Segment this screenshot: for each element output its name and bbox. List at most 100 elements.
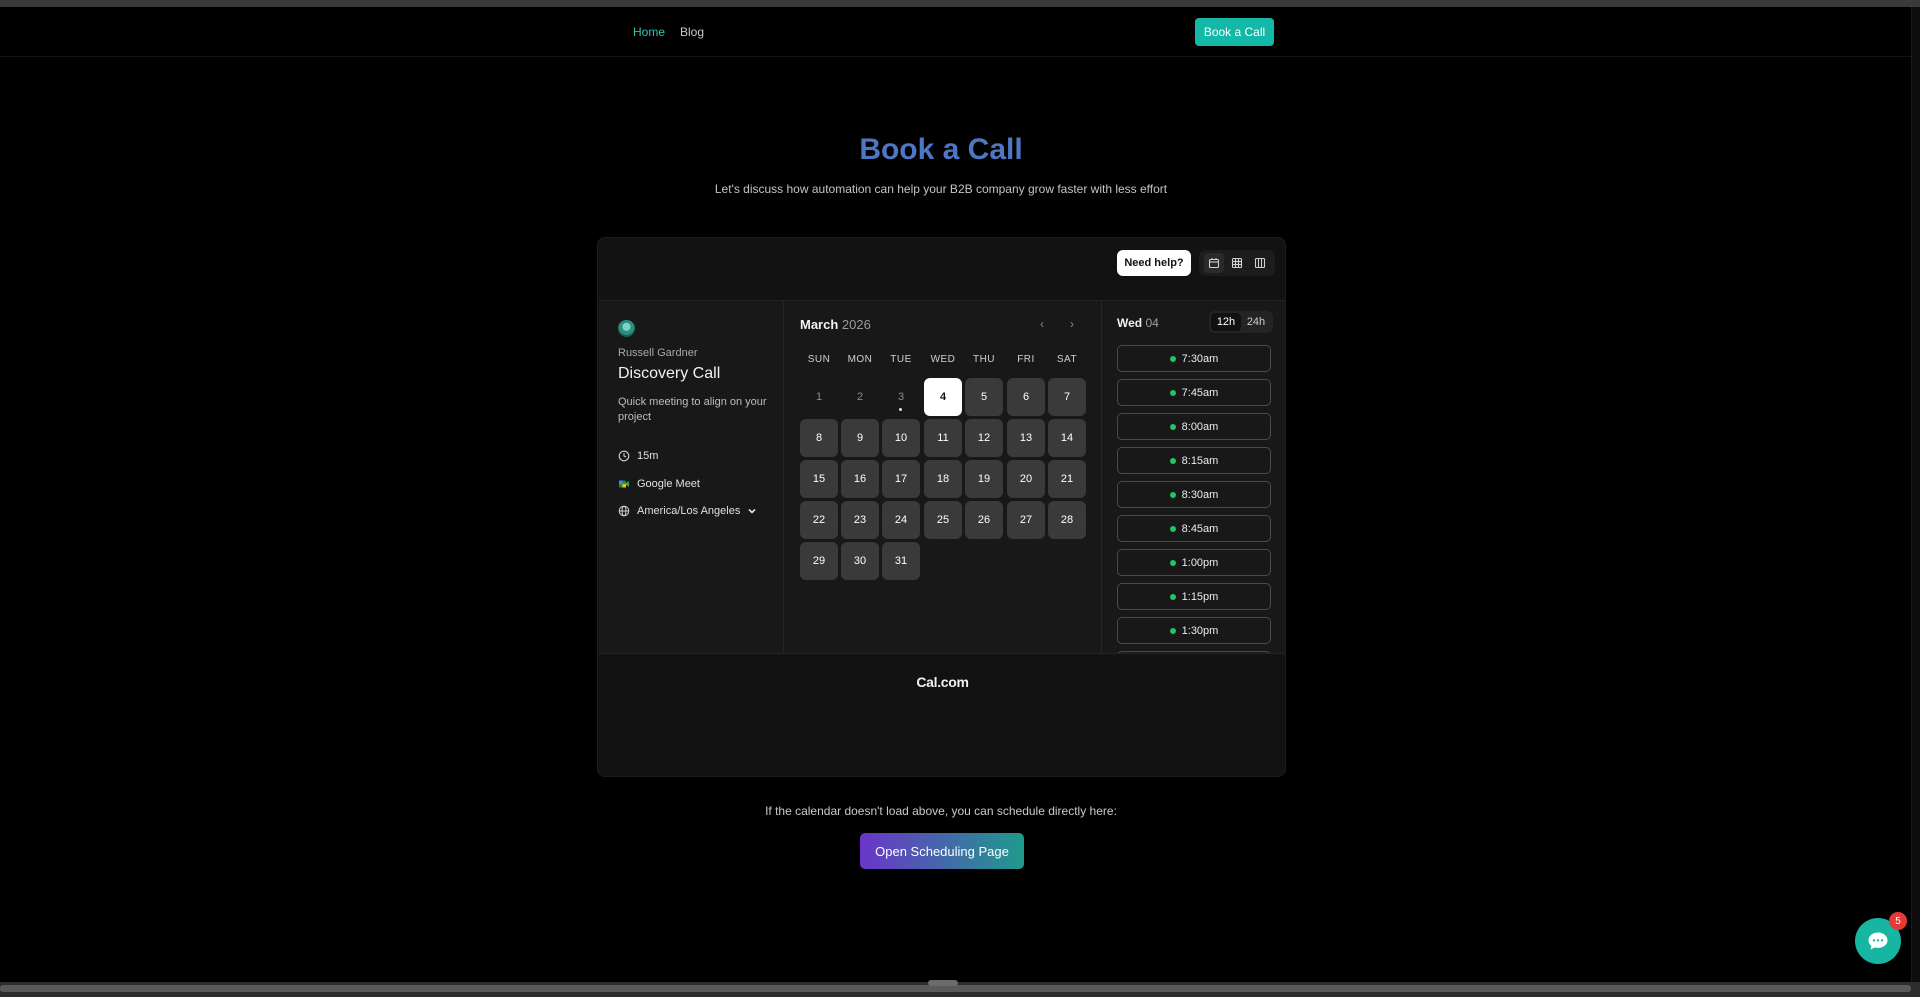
calendar-day-28[interactable]: 28 [1048,501,1086,539]
calendar-day-20[interactable]: 20 [1007,460,1045,498]
timezone-selector[interactable]: America/Los Angeles [618,505,757,517]
format-12h-option[interactable]: 12h [1211,313,1241,331]
time-slot[interactable]: 8:45am [1117,515,1271,542]
calendar-day-30[interactable]: 30 [841,542,879,580]
globe-icon [618,505,630,517]
calendar-day-15[interactable]: 15 [800,460,838,498]
calendar-day-7[interactable]: 7 [1048,378,1086,416]
fallback-text: If the calendar doesn't load above, you … [765,804,1117,818]
weekday-sat: SAT [1056,354,1078,365]
event-meta: Russell Gardner Discovery Call Quick mee… [599,301,784,653]
calendar-day-24[interactable]: 24 [882,501,920,539]
cal-brand-logo: Cal.com [916,674,969,690]
calendar-day-1: 1 [815,391,823,403]
weekday-tue: TUE [890,354,912,365]
selected-day-label: Wed 04 [1117,316,1159,330]
horizontal-scrollbar[interactable] [0,982,1920,997]
nav-book-call-button[interactable]: Book a Call [1195,18,1274,46]
time-slot-label: 7:45am [1181,386,1219,399]
calendar-day-9[interactable]: 9 [841,419,879,457]
timezone-text: America/Los Angeles [637,505,741,517]
time-slot-partial[interactable] [1117,651,1271,653]
clock-icon [618,450,630,462]
calendar-day-31[interactable]: 31 [882,542,920,580]
calendar-day-16[interactable]: 16 [841,460,879,498]
calendar-day-14[interactable]: 14 [1048,419,1086,457]
host-name: Russell Gardner [618,347,698,359]
availability-dot [1169,525,1176,532]
window-top-bar [0,0,1920,7]
time-slot[interactable]: 1:30pm [1117,617,1271,644]
time-slot[interactable]: 1:00pm [1117,549,1271,576]
calendar-day-6[interactable]: 6 [1007,378,1045,416]
chat-unread-badge: 5 [1889,912,1907,930]
time-slot[interactable]: 7:30am [1117,345,1271,372]
month-name: March [800,317,839,332]
weekday-fri: FRI [1017,354,1035,365]
time-slot-label: 8:30am [1181,488,1219,501]
time-slot-label: 8:00am [1181,420,1219,433]
calendar-day-26[interactable]: 26 [965,501,1003,539]
availability-dot [1169,457,1176,464]
calendar-day-25[interactable]: 25 [924,501,962,539]
time-slot-label: 7:30am [1181,352,1219,365]
need-help-button[interactable]: Need help? [1117,250,1191,276]
selected-day-name: Wed [1117,316,1143,330]
time-slots: Wed 04 12h 24h 7:30am 7:45am 8:00am 8:15am 8… [1102,301,1285,653]
calendar-day-8[interactable]: 8 [800,419,838,457]
calendar-day-27[interactable]: 27 [1007,501,1045,539]
event-description: Quick meeting to align on your project [618,396,767,423]
time-slot[interactable]: 1:15pm [1117,583,1271,610]
time-slot[interactable]: 8:15am [1117,447,1271,474]
availability-dot [1169,389,1176,396]
time-format-toggle: 12h 24h [1209,311,1273,333]
availability-dot [1169,593,1176,600]
weekday-thu: THU [972,354,996,365]
prev-month-icon[interactable]: ‹ [1035,317,1049,331]
year-number: 2026 [841,317,871,332]
calendar-day-17[interactable]: 17 [882,460,920,498]
calendar-day-23[interactable]: 23 [841,501,879,539]
time-slot[interactable]: 7:45am [1117,379,1271,406]
nav-link-home[interactable]: Home [633,25,665,39]
columns-view-icon[interactable] [1250,253,1270,273]
today-indicator [899,408,902,411]
calendar-day-13[interactable]: 13 [1007,419,1045,457]
availability-dot [1169,355,1176,362]
calendar-day-5[interactable]: 5 [965,378,1003,416]
next-month-icon[interactable]: › [1065,317,1079,331]
layout-toggle [1199,250,1275,276]
duration-text: 15m [637,450,659,462]
format-24h-option[interactable]: 24h [1241,313,1271,331]
calendar-day-2: 2 [856,391,864,403]
time-slot[interactable]: 8:30am [1117,481,1271,508]
scroll-grip-handle[interactable] [928,980,958,986]
availability-dot [1169,423,1176,430]
calendar-day-21[interactable]: 21 [1048,460,1086,498]
weekday-mon: MON [847,354,873,365]
duration-row: 15m [618,450,658,462]
google-meet-icon [619,480,629,488]
calendar-day-19[interactable]: 19 [965,460,1003,498]
open-scheduling-button[interactable]: Open Scheduling Page [860,833,1024,869]
calendar-day-12[interactable]: 12 [965,419,1003,457]
availability-dot [1169,627,1176,634]
calendar-month-icon[interactable] [1204,253,1225,273]
booking-embed: Need help? Russell Gardner Discovery Cal… [597,237,1286,777]
calendar-day-10[interactable]: 10 [882,419,920,457]
horizontal-scroll-thumb[interactable] [0,985,1911,992]
time-slot-label: 1:15pm [1181,590,1219,603]
calendar-day-4[interactable]: 4 [924,378,962,416]
nav-link-blog[interactable]: Blog [680,25,704,39]
weekday-sun: SUN [807,354,831,365]
calendar-day-11[interactable]: 11 [924,419,962,457]
calendar-day-29[interactable]: 29 [800,542,838,580]
time-slot[interactable]: 8:00am [1117,413,1271,440]
vertical-scrollbar[interactable] [1911,7,1920,982]
grid-week-icon[interactable] [1227,253,1247,273]
avatar [618,320,635,337]
calendar-day-18[interactable]: 18 [924,460,962,498]
calendar-day-3: 3 [882,378,920,416]
chevron-down-icon [748,508,756,514]
calendar-day-22[interactable]: 22 [800,501,838,539]
